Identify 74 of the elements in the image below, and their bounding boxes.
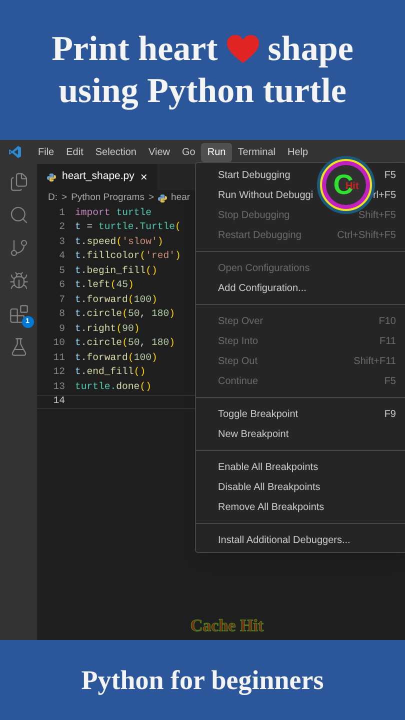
line-number: 6	[58, 278, 66, 292]
code-line: t.fillcolor('red')	[75, 249, 181, 264]
python-file-icon	[158, 194, 168, 202]
shortcut: Shift+F11	[354, 354, 396, 368]
python-file-icon	[47, 172, 56, 182]
close-tab-button[interactable]: ×	[140, 168, 148, 186]
line-number: 8	[58, 307, 66, 322]
line-number: 13	[52, 380, 66, 394]
breadcrumb-item[interactable]: Python Programs	[71, 190, 144, 206]
line-number: 5	[58, 264, 66, 278]
search-icon[interactable]	[8, 205, 28, 225]
line-number: 1	[58, 206, 66, 220]
blocks-icon[interactable]	[8, 304, 28, 324]
heart-icon	[226, 34, 260, 64]
menu-bar-item[interactable]: Go	[176, 142, 202, 162]
video-title: shape	[268, 28, 354, 70]
video-subtitle: using Python turtle	[58, 70, 346, 112]
menu-bar-item[interactable]: View	[142, 142, 176, 162]
code-line: t.forward(100)	[75, 350, 158, 365]
code-line: t.begin_fill()	[75, 264, 158, 278]
editor-tab[interactable]: heart_shape.py ×	[37, 164, 158, 190]
line-number: 11	[52, 350, 66, 365]
editor-logo-icon	[8, 145, 22, 159]
breadcrumb-separator: >	[148, 190, 154, 205]
code-line: t.circle(50, 180)	[75, 336, 176, 350]
breadcrumb-item[interactable]: hear	[171, 190, 190, 206]
menu-bar-item[interactable]: Run	[201, 142, 232, 162]
menu-item[interactable]: Start Debugging	[218, 168, 290, 182]
footer-title: Python for beginners	[81, 664, 324, 697]
branch-icon[interactable]	[8, 238, 28, 258]
menu-item[interactable]: Add Configuration...	[218, 280, 306, 296]
menu-item[interactable]: Install Additional Debuggers...	[218, 532, 350, 548]
menu-bar-item[interactable]: File	[32, 142, 60, 162]
menu-item[interactable]: Disable All Breakpoints	[218, 480, 320, 494]
breadcrumb-item[interactable]: D:	[48, 190, 58, 206]
code-line: t.end_fill()	[75, 365, 146, 380]
menu-item[interactable]: Run Without Debuggi	[218, 188, 314, 202]
menu-item[interactable]: Enable All Breakpoints	[218, 460, 318, 474]
menu-item[interactable]: Toggle Breakpoint	[218, 406, 298, 422]
channel-name: Cache Hit	[190, 614, 264, 636]
code-line: turtle.done()	[75, 380, 152, 394]
line-number: 10	[52, 336, 66, 350]
video-title: Print heart	[52, 28, 218, 70]
shortcut: F9	[384, 408, 396, 422]
line-number: 14	[52, 394, 66, 408]
code-line: t.right(90)	[75, 322, 140, 336]
code-line: t.circle(50, 180)	[75, 307, 176, 322]
code-line: t.speed('slow')	[75, 234, 164, 249]
menu-bar-item[interactable]: Edit	[60, 142, 90, 162]
menu-bar-item[interactable]: Selection	[89, 142, 142, 162]
menu-bar-item[interactable]: Terminal	[232, 142, 282, 162]
line-number: 3	[58, 234, 66, 249]
shortcut: F5	[384, 374, 396, 388]
bug-icon[interactable]	[8, 271, 28, 291]
files-icon[interactable]	[8, 172, 28, 192]
shortcut: F11	[380, 334, 396, 348]
code-line: t.left(45)	[75, 278, 134, 292]
line-number: 9	[58, 322, 66, 336]
shortcut: F5	[384, 168, 396, 182]
line-number: 12	[52, 365, 66, 380]
menu-item[interactable]: New Breakpoint	[218, 426, 289, 442]
code-line: t = turtle.Turtle(	[75, 220, 181, 234]
line-number: 7	[58, 292, 66, 307]
menu-bar-item[interactable]: Help	[282, 142, 314, 162]
breadcrumb-separator: >	[62, 190, 68, 205]
code-line: t.forward(100)	[75, 292, 158, 307]
shortcut: rl+F5	[372, 188, 396, 202]
code-line: import turtle	[75, 206, 152, 220]
shortcut: F10	[378, 314, 396, 328]
line-number: 2	[58, 220, 66, 234]
tab-label: heart_shape.py	[62, 169, 134, 184]
shortcut: Ctrl+Shift+F5	[337, 228, 396, 242]
line-number: 4	[58, 249, 66, 264]
menu-item[interactable]: Remove All Breakpoints	[218, 500, 324, 514]
